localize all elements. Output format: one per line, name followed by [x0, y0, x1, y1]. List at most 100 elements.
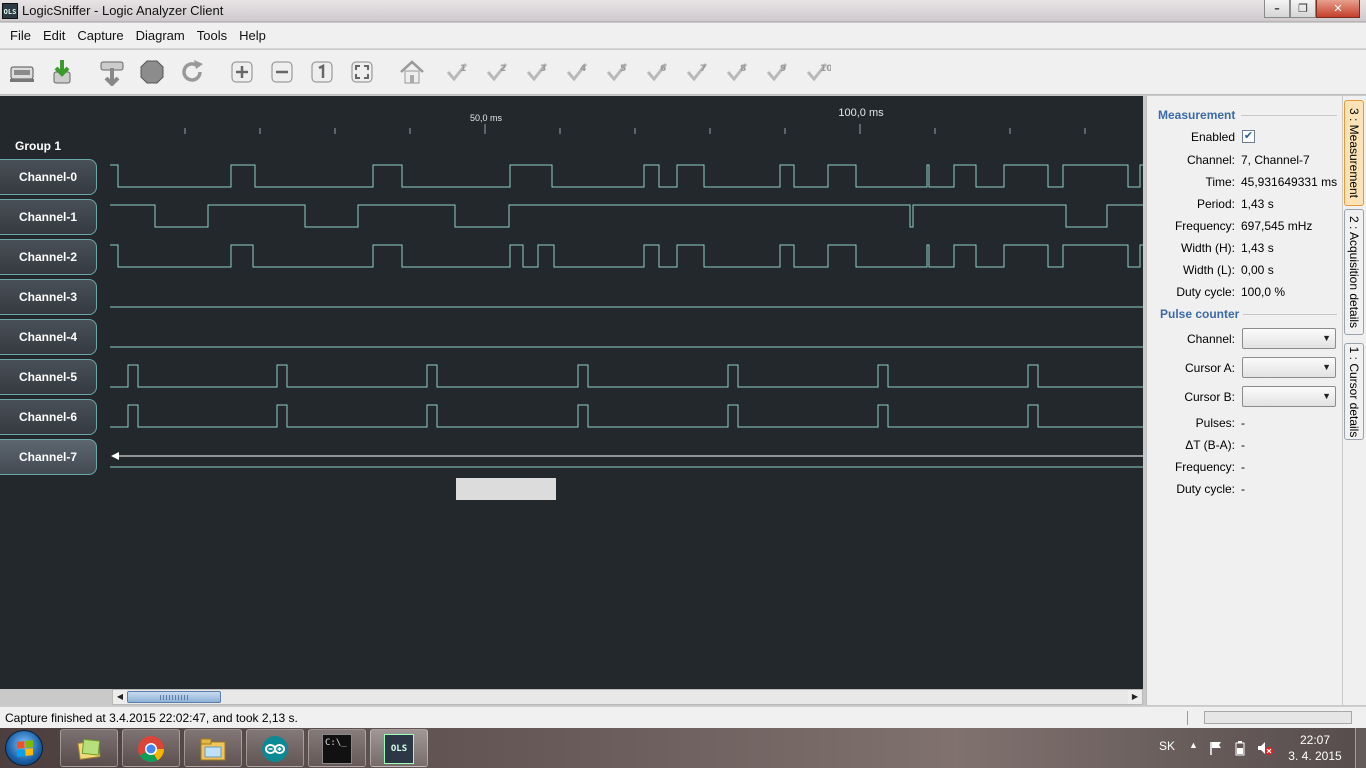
volume-muted-icon[interactable]	[1256, 740, 1274, 768]
channel-label-3[interactable]: Channel-3	[0, 279, 97, 315]
menu-diagram[interactable]: Diagram	[130, 28, 191, 43]
export-icon[interactable]	[48, 58, 76, 86]
measure-time-value: 45,931649331 ms	[1241, 175, 1338, 189]
close-button[interactable]: ✕	[1316, 0, 1360, 18]
zoom-in-icon[interactable]	[228, 58, 256, 86]
cursor-a-select[interactable]: ▼	[1242, 357, 1336, 378]
cursor-5-icon[interactable]: 5	[603, 58, 631, 86]
svg-text:7: 7	[700, 64, 706, 74]
menu-file[interactable]: File	[4, 28, 37, 43]
menu-edit[interactable]: Edit	[37, 28, 71, 43]
cursor-6-icon[interactable]: 6	[643, 58, 671, 86]
horizontal-scrollbar[interactable]: ◀ ▶	[112, 689, 1143, 705]
channel-label-5[interactable]: Channel-5	[0, 359, 97, 395]
measure-width-l-label: Width (L):	[1182, 263, 1235, 277]
svg-text:4: 4	[580, 64, 586, 74]
taskbar-explorer[interactable]	[60, 729, 118, 767]
cursor-10-icon[interactable]: 10	[803, 58, 833, 86]
cursor-8-icon[interactable]: 8	[723, 58, 751, 86]
tab-cursor-details[interactable]: 1 : Cursor details	[1344, 343, 1364, 440]
pulse-counter-title: Pulse counter	[1160, 307, 1240, 321]
start-button[interactable]	[5, 730, 43, 766]
channel-0-waveform	[110, 164, 1143, 188]
channel-label-6[interactable]: Channel-6	[0, 399, 97, 435]
tab-acquisition-details[interactable]: 2 : Acquisition details	[1344, 209, 1364, 335]
scroll-right-icon[interactable]: ▶	[1128, 690, 1142, 704]
cursor-2-icon[interactable]: 2	[483, 58, 511, 86]
pulses-value: -	[1241, 416, 1245, 430]
explorer-icon	[77, 738, 101, 760]
capture-device-icon[interactable]	[8, 58, 36, 86]
measure-frequency-label: Frequency:	[1174, 219, 1235, 233]
channel-label-1[interactable]: Channel-1	[0, 199, 97, 235]
show-desktop-button[interactable]	[1355, 728, 1366, 768]
measure-frequency-value: 697,545 mHz	[1241, 219, 1313, 233]
svg-text:3: 3	[540, 64, 546, 74]
cursor-4-icon[interactable]: 4	[563, 58, 591, 86]
repeat-capture-icon[interactable]	[98, 58, 126, 87]
tray-expand-icon[interactable]: ▲	[1189, 740, 1198, 768]
measure-duty-value: 100,0 %	[1241, 285, 1286, 299]
arduino-icon	[262, 736, 288, 762]
ols-icon: OLS	[384, 734, 414, 764]
zoom-all-icon[interactable]	[348, 58, 376, 86]
pulse-channel-select[interactable]: ▼	[1242, 328, 1336, 349]
stop-icon[interactable]	[138, 58, 166, 86]
zoom-out-icon[interactable]	[268, 58, 296, 86]
refresh-icon[interactable]	[178, 58, 206, 86]
channel-label-4[interactable]: Channel-4	[0, 319, 97, 355]
measurement-panel: Measurement Enabled ✔ Channel: 7, Channe…	[1146, 96, 1342, 705]
tab-measurement[interactable]: 3 : Measurement	[1344, 100, 1364, 206]
pulse-duty-label: Duty cycle:	[1176, 482, 1235, 496]
minimize-button[interactable]: –	[1264, 0, 1290, 18]
channel-1-waveform	[110, 204, 1143, 228]
goto-trigger-icon[interactable]	[398, 58, 426, 86]
taskbar-arduino[interactable]	[246, 729, 304, 767]
language-indicator[interactable]: SK	[1159, 739, 1175, 768]
cursor-3-icon[interactable]: 3	[523, 58, 551, 86]
cursor-1-icon[interactable]: 1	[443, 58, 471, 86]
action-center-flag-icon[interactable]	[1209, 740, 1223, 768]
chevron-down-icon: ▼	[1322, 333, 1331, 343]
group-title: Group 1	[15, 139, 62, 153]
pulses-label: Pulses:	[1195, 416, 1235, 430]
channel-label-2[interactable]: Channel-2	[0, 239, 97, 275]
cursor-7-icon[interactable]: 7	[683, 58, 711, 86]
scroll-left-icon[interactable]: ◀	[113, 690, 127, 704]
scroll-thumb[interactable]	[127, 691, 221, 703]
measure-time-label: Time:	[1205, 175, 1235, 189]
taskbar-chrome[interactable]	[122, 729, 180, 767]
app-icon: OLS	[2, 3, 18, 19]
svg-text:6: 6	[660, 64, 666, 74]
channel-2-waveform	[110, 244, 1143, 268]
toolbar: 1 2 3 4 5 6 7 8 9 10	[0, 50, 1366, 95]
zoom-original-icon[interactable]	[308, 58, 336, 86]
taskbar-ols[interactable]: OLS	[370, 729, 428, 767]
channel-label-7[interactable]: Channel-7	[0, 439, 97, 475]
progress-bar	[1204, 711, 1352, 724]
signal-diagram[interactable]: 50,0 ms 100,0 ms Group 1 Channel-0 Chann…	[0, 96, 1143, 689]
clock-time: 22:07	[1299, 733, 1331, 747]
status-message: Capture finished at 3.4.2015 22:02:47, a…	[5, 711, 298, 725]
cursor-b-select[interactable]: ▼	[1242, 386, 1336, 407]
measure-duty-label: Duty cycle:	[1176, 285, 1235, 299]
svg-text:9: 9	[780, 64, 786, 74]
enabled-checkbox[interactable]: ✔	[1242, 130, 1255, 143]
cursor-9-icon[interactable]: 9	[763, 58, 791, 86]
system-clock[interactable]: 22:07 3. 4. 2015	[1285, 732, 1345, 764]
cursor-marker-box[interactable]	[456, 478, 556, 500]
chrome-icon	[138, 736, 165, 763]
menu-bar: File Edit Capture Diagram Tools Help	[0, 23, 1366, 49]
menu-capture[interactable]: Capture	[71, 28, 129, 43]
file-manager-icon	[200, 738, 226, 761]
menu-tools[interactable]: Tools	[191, 28, 233, 43]
menu-help[interactable]: Help	[233, 28, 272, 43]
measure-period-label: Period:	[1196, 197, 1235, 211]
taskbar: C:\_ OLS SK ▲ 22:07 3. 4. 2015	[0, 728, 1366, 768]
delta-t-label: ΔT (B-A):	[1185, 438, 1235, 452]
power-icon[interactable]	[1233, 740, 1247, 768]
taskbar-files[interactable]	[184, 729, 242, 767]
maximize-button[interactable]: ❐	[1290, 0, 1316, 18]
channel-label-0[interactable]: Channel-0	[0, 159, 97, 195]
taskbar-cmd[interactable]: C:\_	[308, 729, 366, 767]
